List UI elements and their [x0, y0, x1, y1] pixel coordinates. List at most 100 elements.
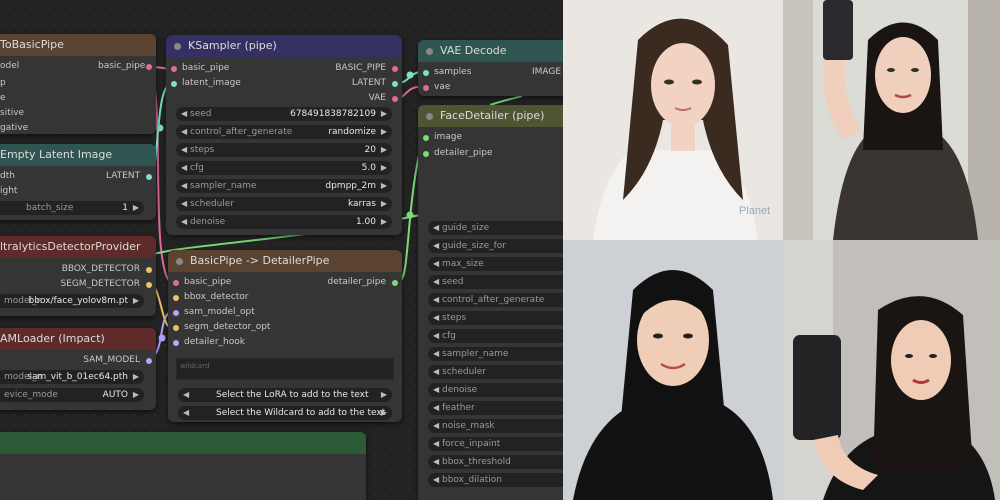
input-socket[interactable]: [173, 295, 179, 301]
node-title[interactable]: Empty Latent Image: [0, 144, 156, 166]
arrow-right-icon[interactable]: ▶: [381, 406, 387, 420]
arrow-right-icon[interactable]: ▶: [381, 215, 387, 229]
arrow-left-icon[interactable]: ◀: [181, 197, 187, 211]
ksampler-widget-sampler-name[interactable]: ◀ sampler_name dpmpp_2m ▶: [176, 179, 392, 193]
ksampler-widget-control-after-generate[interactable]: ◀ control_after_generate randomize ▶: [176, 125, 392, 139]
arrow-left-icon[interactable]: ◀: [183, 406, 189, 420]
facedetailer-widget-control-after-generate[interactable]: ◀ control_after_generate: [428, 293, 563, 307]
collapse-dot-icon[interactable]: [174, 43, 181, 50]
arrow-left-icon[interactable]: ◀: [433, 455, 439, 469]
output-socket[interactable]: [146, 174, 152, 180]
arrow-right-icon[interactable]: ▶: [381, 179, 387, 193]
facedetailer-widget-denoise[interactable]: ◀ denoise: [428, 383, 563, 397]
node-graph-canvas[interactable]: ToBasicPipe odel p e sitive gative basic…: [0, 0, 563, 500]
facedetailer-widget-bbox-threshold[interactable]: ◀ bbox_threshold: [428, 455, 563, 469]
arrow-left-icon[interactable]: ◀: [181, 107, 187, 121]
arrow-left-icon[interactable]: ◀: [183, 388, 189, 402]
collapse-dot-icon[interactable]: [176, 258, 183, 265]
input-socket[interactable]: [173, 280, 179, 286]
ksampler-widget-steps[interactable]: ◀ steps 20 ▶: [176, 143, 392, 157]
arrow-left-icon[interactable]: ◀: [181, 179, 187, 193]
arrow-left-icon[interactable]: ◀: [181, 215, 187, 229]
node-tobasicpipe[interactable]: ToBasicPipe odel p e sitive gative basic…: [0, 34, 156, 134]
arrow-left-icon[interactable]: ◀: [181, 125, 187, 139]
facedetailer-widget-bbox-dilation[interactable]: ◀ bbox_dilation: [428, 473, 563, 487]
model-name-widget[interactable]: model_n bbox/face_yolov8m.pt ▶: [0, 294, 144, 308]
input-socket[interactable]: [173, 340, 179, 346]
node-ultralytics-detector-provider[interactable]: ltralyticsDetectorProvider BBOX_DETECTOR…: [0, 236, 156, 316]
arrow-right-icon[interactable]: ▶: [133, 370, 139, 384]
node-facedetailer-pipe[interactable]: FaceDetailer (pipe) image detailer_pipe …: [418, 105, 563, 500]
arrow-left-icon[interactable]: ◀: [433, 311, 439, 325]
node-vae-decode[interactable]: VAE Decode samples vae IMAGE: [418, 40, 563, 96]
arrow-left-icon[interactable]: ◀: [433, 401, 439, 415]
arrow-left-icon[interactable]: ◀: [433, 275, 439, 289]
node-samloader[interactable]: AMLoader (Impact) SAM_MODEL model_n sam_…: [0, 328, 156, 410]
batch-size-widget[interactable]: batch_size 1 ▶: [0, 201, 144, 215]
facedetailer-widget-guide-size-for[interactable]: ◀ guide_size_for: [428, 239, 563, 253]
input-socket[interactable]: [423, 151, 429, 157]
arrow-left-icon[interactable]: ◀: [433, 383, 439, 397]
node-title[interactable]: BasicPipe -> DetailerPipe: [168, 250, 402, 272]
facedetailer-widget-noise-mask[interactable]: ◀ noise_mask: [428, 419, 563, 433]
select-lora-widget[interactable]: ◀ Select the LoRA to add to the text ▶: [178, 388, 392, 402]
input-socket[interactable]: [423, 135, 429, 141]
ksampler-widget-denoise[interactable]: ◀ denoise 1.00 ▶: [176, 215, 392, 229]
collapse-dot-icon[interactable]: [426, 48, 433, 55]
facedetailer-widget-cfg[interactable]: ◀ cfg: [428, 329, 563, 343]
facedetailer-widget-scheduler[interactable]: ◀ scheduler: [428, 365, 563, 379]
facedetailer-widget-seed[interactable]: ◀ seed: [428, 275, 563, 289]
arrow-left-icon[interactable]: ◀: [433, 329, 439, 343]
arrow-right-icon[interactable]: ▶: [381, 161, 387, 175]
arrow-left-icon[interactable]: ◀: [433, 221, 439, 235]
node-title[interactable]: AMLoader (Impact): [0, 328, 156, 350]
node-title[interactable]: ToBasicPipe: [0, 34, 156, 56]
ksampler-widget-cfg[interactable]: ◀ cfg 5.0 ▶: [176, 161, 392, 175]
generated-image-4[interactable]: [783, 240, 1000, 500]
sam-model-widget[interactable]: model_n sam_vit_b_01ec64.pth ▶: [0, 370, 144, 384]
arrow-left-icon[interactable]: ◀: [433, 257, 439, 271]
output-socket[interactable]: [146, 282, 152, 288]
node-bottom-green[interactable]: [0, 432, 366, 500]
arrow-right-icon[interactable]: ▶: [381, 197, 387, 211]
output-socket[interactable]: [146, 358, 152, 364]
node-empty-latent-image[interactable]: Empty Latent Image dth ight LATENT batch…: [0, 144, 156, 220]
arrow-left-icon[interactable]: ◀: [433, 347, 439, 361]
output-socket[interactable]: [146, 267, 152, 273]
node-title[interactable]: VAE Decode: [418, 40, 563, 62]
collapse-dot-icon[interactable]: [426, 113, 433, 120]
ksampler-widget-scheduler[interactable]: ◀ scheduler karras ▶: [176, 197, 392, 211]
generated-image-2[interactable]: [783, 0, 1000, 240]
output-socket[interactable]: [392, 96, 398, 102]
arrow-right-icon[interactable]: ▶: [381, 388, 387, 402]
input-socket[interactable]: [423, 85, 429, 91]
output-socket[interactable]: [392, 66, 398, 72]
input-socket[interactable]: [171, 81, 177, 87]
input-socket[interactable]: [173, 310, 179, 316]
node-title[interactable]: FaceDetailer (pipe): [418, 105, 563, 127]
arrow-left-icon[interactable]: ◀: [433, 239, 439, 253]
arrow-left-icon[interactable]: ◀: [433, 293, 439, 307]
arrow-right-icon[interactable]: ▶: [133, 388, 139, 402]
node-title[interactable]: [0, 432, 366, 454]
arrow-left-icon[interactable]: ◀: [433, 365, 439, 379]
input-socket[interactable]: [171, 66, 177, 72]
node-basicpipe-to-detailerpipe[interactable]: BasicPipe -> DetailerPipe basic_pipe bbo…: [168, 250, 402, 422]
node-ksampler-pipe[interactable]: KSampler (pipe) basic_pipe latent_image …: [166, 35, 402, 235]
facedetailer-widget-feather[interactable]: ◀ feather: [428, 401, 563, 415]
facedetailer-widget-steps[interactable]: ◀ steps: [428, 311, 563, 325]
select-wildcard-widget[interactable]: ◀ Select the Wildcard to add to the text…: [178, 406, 392, 420]
arrow-right-icon[interactable]: ▶: [133, 201, 139, 215]
arrow-right-icon[interactable]: ▶: [381, 107, 387, 121]
output-socket[interactable]: [392, 280, 398, 286]
input-socket[interactable]: [173, 325, 179, 331]
node-title[interactable]: ltralyticsDetectorProvider: [0, 236, 156, 258]
node-title[interactable]: KSampler (pipe): [166, 35, 402, 57]
arrow-right-icon[interactable]: ▶: [133, 294, 139, 308]
arrow-left-icon[interactable]: ◀: [433, 419, 439, 433]
output-socket[interactable]: [146, 64, 152, 70]
wildcard-textarea[interactable]: wildcard: [176, 358, 394, 380]
arrow-left-icon[interactable]: ◀: [433, 473, 439, 487]
arrow-left-icon[interactable]: ◀: [433, 437, 439, 451]
arrow-left-icon[interactable]: ◀: [181, 161, 187, 175]
